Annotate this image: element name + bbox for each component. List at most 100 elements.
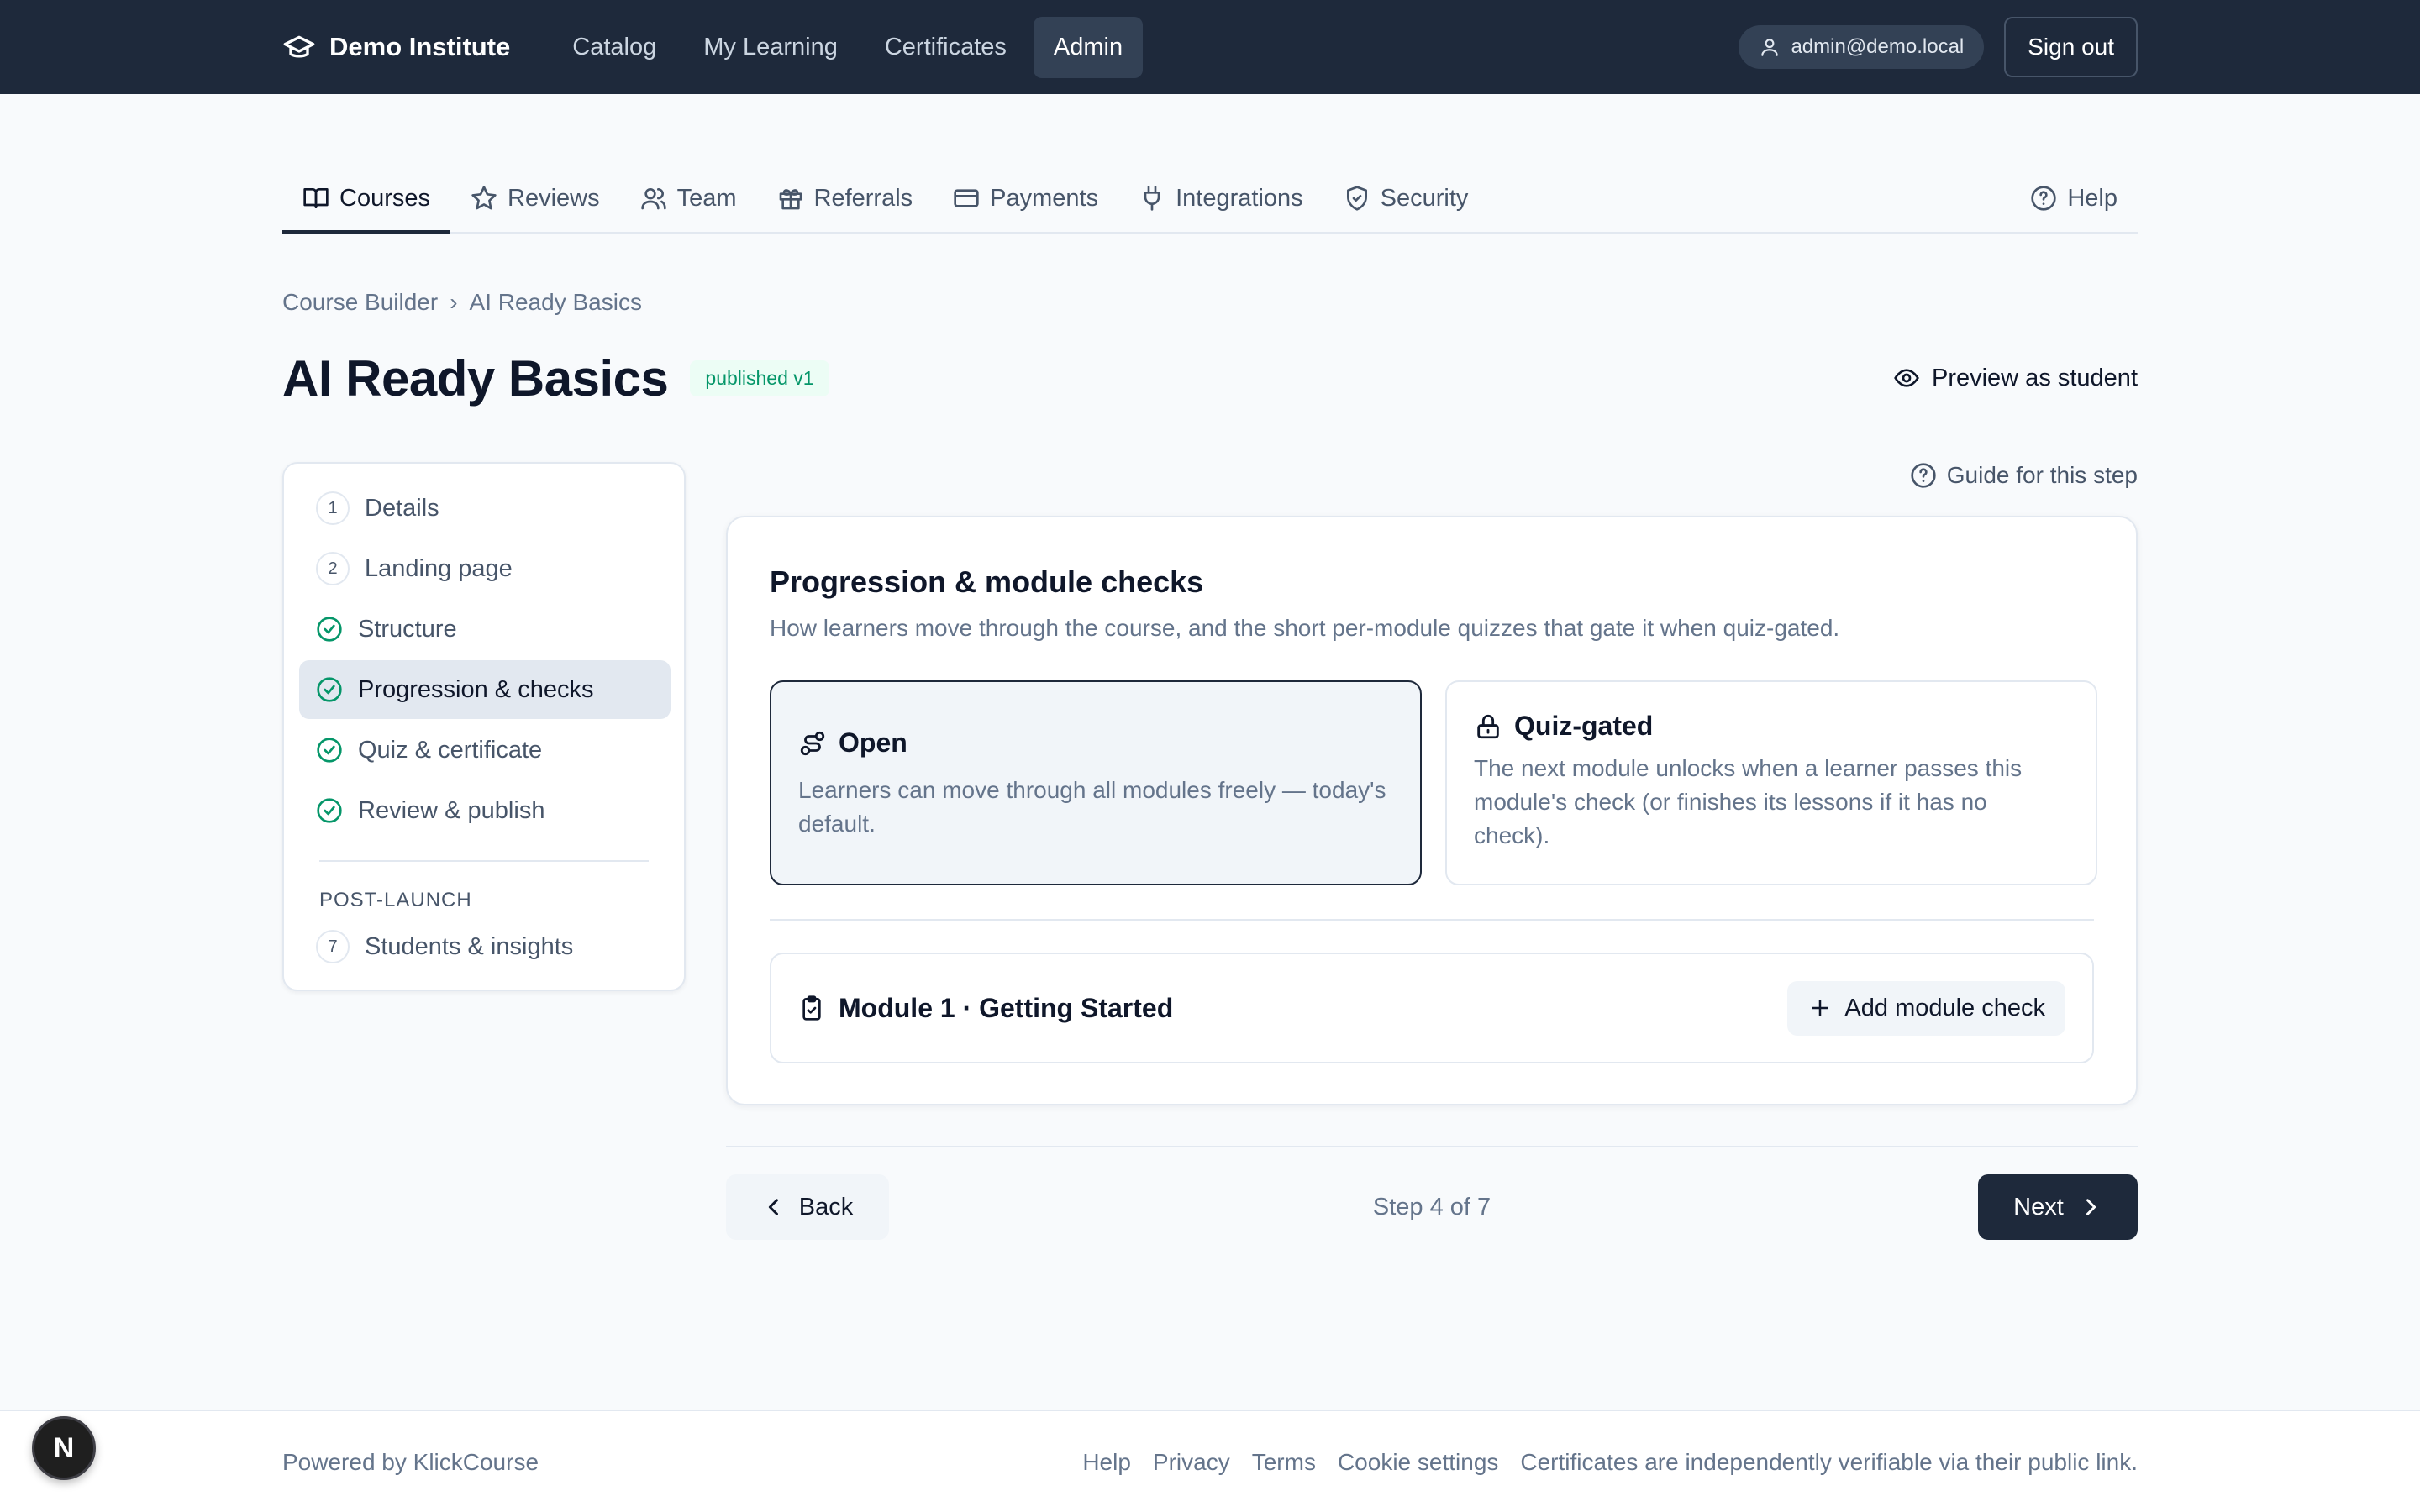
site-footer: Powered by KlickCourse Help Privacy Term… (0, 1410, 2420, 1512)
status-badge: published v1 (690, 360, 829, 396)
tab-label: Security (1380, 184, 1469, 212)
module-title-text: Module 1 · Getting Started (839, 992, 1174, 1023)
preview-as-student-button[interactable]: Preview as student (1893, 365, 2138, 392)
breadcrumb-course-builder[interactable]: Course Builder (282, 289, 438, 316)
option-quiz-gated[interactable]: Quiz-gated The next module unlocks when … (1445, 680, 2097, 885)
step-landing-page[interactable]: 2 Landing page (299, 539, 671, 598)
check-circle-icon (317, 798, 342, 823)
step-review-publish[interactable]: Review & publish (299, 781, 671, 840)
step-label: Details (365, 494, 439, 522)
brand-logo[interactable]: Demo Institute (282, 30, 510, 64)
plus-icon (1812, 1000, 1829, 1016)
chevron-right-icon (2086, 1199, 2096, 1215)
next-label: Next (2013, 1193, 2064, 1221)
clipboard-check-icon (802, 995, 821, 1021)
step-label: Structure (358, 615, 457, 643)
card-divider (770, 919, 2094, 921)
sidebar-divider (319, 860, 649, 862)
step-details[interactable]: 1 Details (299, 479, 671, 538)
book-icon (303, 188, 329, 208)
brand-name: Demo Institute (329, 32, 511, 61)
nav-catalog[interactable]: Catalog (552, 17, 676, 78)
nav-admin[interactable]: Admin (1033, 16, 1144, 78)
step-number: 1 (316, 491, 350, 525)
footer-link-privacy[interactable]: Privacy (1153, 1449, 1230, 1476)
check-circle-icon (317, 617, 342, 642)
footer-link-help[interactable]: Help (1082, 1449, 1131, 1476)
nav-my-learning[interactable]: My Learning (683, 17, 858, 78)
guide-for-step-link[interactable]: Guide for this step (1910, 462, 2138, 489)
next-button[interactable]: Next (1978, 1174, 2138, 1240)
lock-icon (1477, 714, 1499, 738)
step-quiz-certificate[interactable]: Quiz & certificate (299, 721, 671, 780)
star-icon (471, 186, 497, 210)
post-launch-heading: POST-LAUNCH (319, 889, 472, 911)
plug-icon (1144, 186, 1160, 211)
tab-label: Team (676, 184, 737, 212)
sign-out-button[interactable]: Sign out (2004, 17, 2138, 77)
module-title: Module 1 · Getting Started (798, 993, 1173, 1024)
step-number: 7 (316, 930, 350, 963)
chevron-right-icon: › (450, 289, 458, 315)
step-number: 2 (316, 552, 350, 585)
option-description: Learners can move through all modules fr… (798, 777, 1386, 837)
add-check-label: Add module check (1844, 994, 2045, 1021)
help-circle-icon (2031, 186, 2057, 211)
check-circle-icon (317, 738, 342, 763)
footer-link-terms[interactable]: Terms (1252, 1449, 1316, 1476)
tab-label: Reviews (508, 184, 600, 212)
tab-security[interactable]: Security (1323, 165, 1489, 232)
tab-integrations[interactable]: Integrations (1118, 165, 1323, 232)
tab-reviews[interactable]: Reviews (450, 165, 620, 232)
option-open[interactable]: Open Learners can move through all modul… (770, 680, 1422, 885)
breadcrumb: Course Builder › AI Ready Basics (282, 289, 642, 316)
tab-referrals[interactable]: Referrals (757, 165, 934, 232)
help-circle-icon (1911, 463, 1936, 488)
breadcrumb-current: AI Ready Basics (469, 289, 642, 315)
user-account-pill[interactable]: admin@demo.local (1739, 25, 1985, 69)
tab-payments[interactable]: Payments (933, 165, 1118, 232)
footer-link-cookie-settings[interactable]: Cookie settings (1338, 1449, 1498, 1476)
step-progression-checks[interactable]: Progression & checks (299, 660, 671, 719)
option-title: Open (839, 727, 908, 758)
credit-card-icon (954, 189, 979, 207)
step-counter: Step 4 of 7 (1372, 1193, 1491, 1221)
tab-label: Payments (990, 184, 1099, 212)
tab-help[interactable]: Help (2010, 165, 2138, 232)
top-bar-inner: Demo Institute Catalog My Learning Certi… (282, 0, 2138, 94)
user-icon (1761, 39, 1779, 56)
footer-verification-note: Certificates are independently verifiabl… (1520, 1449, 2138, 1475)
tab-team[interactable]: Team (620, 165, 757, 232)
page-title-row: AI Ready Basics published v1 Preview as … (282, 343, 2138, 413)
user-area: admin@demo.local Sign out (1739, 17, 2138, 77)
tab-label: Help (2067, 184, 2118, 212)
tab-courses[interactable]: Courses (282, 165, 450, 234)
nav-certificates[interactable]: Certificates (865, 17, 1027, 78)
guide-label: Guide for this step (1946, 462, 2138, 488)
tab-label: Referrals (813, 184, 913, 212)
step-students-insights[interactable]: 7 Students & insights (299, 917, 671, 976)
admin-tabs: Courses Reviews Team Referrals Payments … (282, 165, 2138, 234)
page-title: AI Ready Basics (282, 349, 669, 407)
users-icon (640, 188, 666, 210)
preview-label: Preview as student (1931, 364, 2138, 391)
top-navigation-bar: Demo Institute Catalog My Learning Certi… (0, 0, 2420, 94)
back-button[interactable]: Back (726, 1174, 889, 1240)
builder-steps-sidebar: 1 Details 2 Landing page Structure Progr… (282, 462, 686, 991)
step-label: Landing page (365, 554, 513, 582)
step-structure[interactable]: Structure (299, 600, 671, 659)
option-title: Quiz-gated (1514, 711, 1654, 741)
footer-links: Help Privacy Terms Cookie settings Certi… (1082, 1411, 2138, 1512)
wizard-divider (726, 1146, 2138, 1147)
dev-tools-button[interactable]: N (32, 1416, 96, 1480)
route-icon (800, 731, 825, 755)
card-title: Progression & module checks (770, 564, 1204, 599)
add-module-check-button[interactable]: Add module check (1787, 980, 2065, 1036)
main-nav: Catalog My Learning Certificates Admin (552, 16, 1144, 78)
powered-by: Powered by KlickCourse (282, 1449, 539, 1475)
gift-icon (779, 189, 802, 210)
back-label: Back (798, 1193, 854, 1221)
option-description: The next module unlocks when a learner p… (1474, 755, 2023, 848)
tab-label: Courses (339, 184, 430, 212)
step-label: Progression & checks (358, 675, 594, 703)
